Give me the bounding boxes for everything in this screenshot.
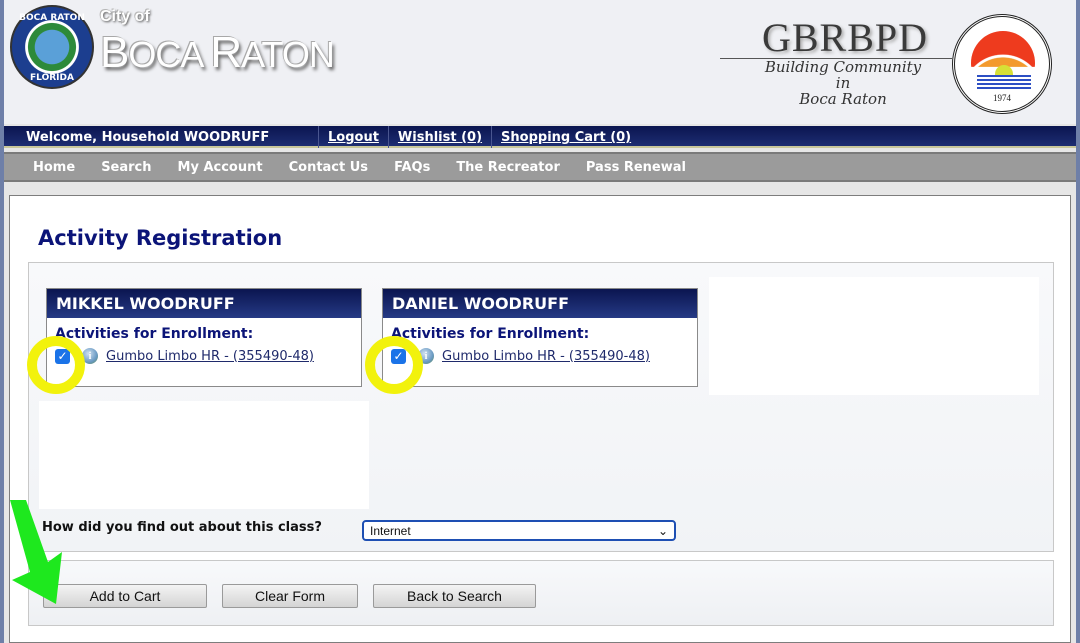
add-to-cart-button[interactable]: Add to Cart bbox=[43, 584, 207, 608]
nav-search[interactable]: Search bbox=[88, 154, 164, 180]
activities-label: Activities for Enrollment: bbox=[55, 326, 254, 342]
nav-contact-us[interactable]: Contact Us bbox=[276, 154, 381, 180]
city-name-b: B bbox=[100, 28, 129, 77]
nav-the-recreator[interactable]: The Recreator bbox=[443, 154, 573, 180]
logout-link[interactable]: Logout bbox=[318, 126, 388, 148]
referral-source-select[interactable]: Internet ⌄ bbox=[362, 520, 676, 541]
district-tagline-2: in bbox=[835, 74, 851, 92]
activity-link[interactable]: Gumbo Limbo HR - (355490-48) bbox=[442, 349, 650, 364]
city-name-oca: OCA bbox=[128, 34, 211, 75]
district-logo: GBRBPD Building Community in Boca Raton bbox=[720, 18, 952, 107]
activity-link[interactable]: Gumbo Limbo HR - (355490-48) bbox=[106, 349, 314, 364]
activity-checkbox[interactable]: ✓ bbox=[391, 348, 406, 364]
participant-name: DANIEL WOODRUFF bbox=[383, 289, 697, 318]
clear-form-button[interactable]: Clear Form bbox=[222, 584, 358, 608]
district-tagline-1: Building Community bbox=[764, 58, 922, 76]
empty-slot bbox=[709, 277, 1039, 395]
welcome-text: Welcome, Household WOODRUFF bbox=[26, 130, 270, 145]
activity-row: ✓ i Gumbo Limbo HR - (355490-48) bbox=[47, 342, 361, 364]
form-actions: Add to Cart Clear Form Back to Search bbox=[28, 560, 1054, 626]
main-nav: Home Search My Account Contact Us FAQs T… bbox=[4, 152, 1076, 182]
back-to-search-button[interactable]: Back to Search bbox=[373, 584, 536, 608]
district-abbrev: GBRBPD bbox=[761, 15, 929, 60]
empty-slot bbox=[39, 401, 369, 509]
info-icon[interactable]: i bbox=[418, 348, 434, 364]
nav-my-account[interactable]: My Account bbox=[165, 154, 276, 180]
participant-name: MIKKEL WOODRUFF bbox=[47, 289, 361, 318]
nav-pass-renewal[interactable]: Pass Renewal bbox=[573, 154, 699, 180]
chevron-down-icon: ⌄ bbox=[657, 523, 668, 538]
seal-bottom-text: FLORIDA bbox=[30, 73, 74, 83]
city-name-aton: ATON bbox=[241, 34, 335, 75]
activity-row: ✓ i Gumbo Limbo HR - (355490-48) bbox=[383, 342, 697, 364]
shopping-cart-link[interactable]: Shopping Cart (0) bbox=[491, 126, 640, 148]
main-content: Activity Registration MIKKEL WOODRUFF Ac… bbox=[9, 195, 1071, 643]
city-of-label: City of bbox=[100, 8, 150, 25]
account-links: Logout Wishlist (0) Shopping Cart (0) bbox=[318, 126, 640, 148]
participant-card: DANIEL WOODRUFF Activities for Enrollmen… bbox=[382, 288, 698, 387]
right-window-border bbox=[1076, 0, 1080, 643]
boca-raton-seal-logo: BOCA RATON FLORIDA bbox=[10, 5, 94, 89]
district-seal-year: 1974 bbox=[993, 93, 1011, 103]
page-title: Activity Registration bbox=[38, 226, 283, 250]
wishlist-link[interactable]: Wishlist (0) bbox=[387, 126, 491, 148]
nav-faqs[interactable]: FAQs bbox=[381, 154, 443, 180]
city-name-r: R bbox=[210, 28, 242, 77]
nav-home[interactable]: Home bbox=[20, 154, 88, 180]
site-header: BOCA RATON FLORIDA City of BOCA RATON GB… bbox=[4, 0, 1076, 124]
registration-form: MIKKEL WOODRUFF Activities for Enrollmen… bbox=[28, 262, 1054, 552]
info-icon[interactable]: i bbox=[82, 348, 98, 364]
referral-selected-value: Internet bbox=[370, 523, 411, 538]
water-graphic bbox=[977, 75, 1031, 89]
seal-top-text: BOCA RATON bbox=[19, 13, 85, 23]
city-name-logo: BOCA RATON bbox=[100, 28, 335, 78]
district-seal-logo: 1974 bbox=[952, 14, 1052, 114]
referral-question-label: How did you find out about this class? bbox=[42, 520, 322, 535]
activity-checkbox[interactable]: ✓ bbox=[55, 348, 70, 364]
participant-card: MIKKEL WOODRUFF Activities for Enrollmen… bbox=[46, 288, 362, 387]
activities-label: Activities for Enrollment: bbox=[391, 326, 590, 342]
welcome-bar: Welcome, Household WOODRUFF Logout Wishl… bbox=[4, 126, 1076, 148]
district-tagline-3: Boca Raton bbox=[799, 90, 887, 108]
